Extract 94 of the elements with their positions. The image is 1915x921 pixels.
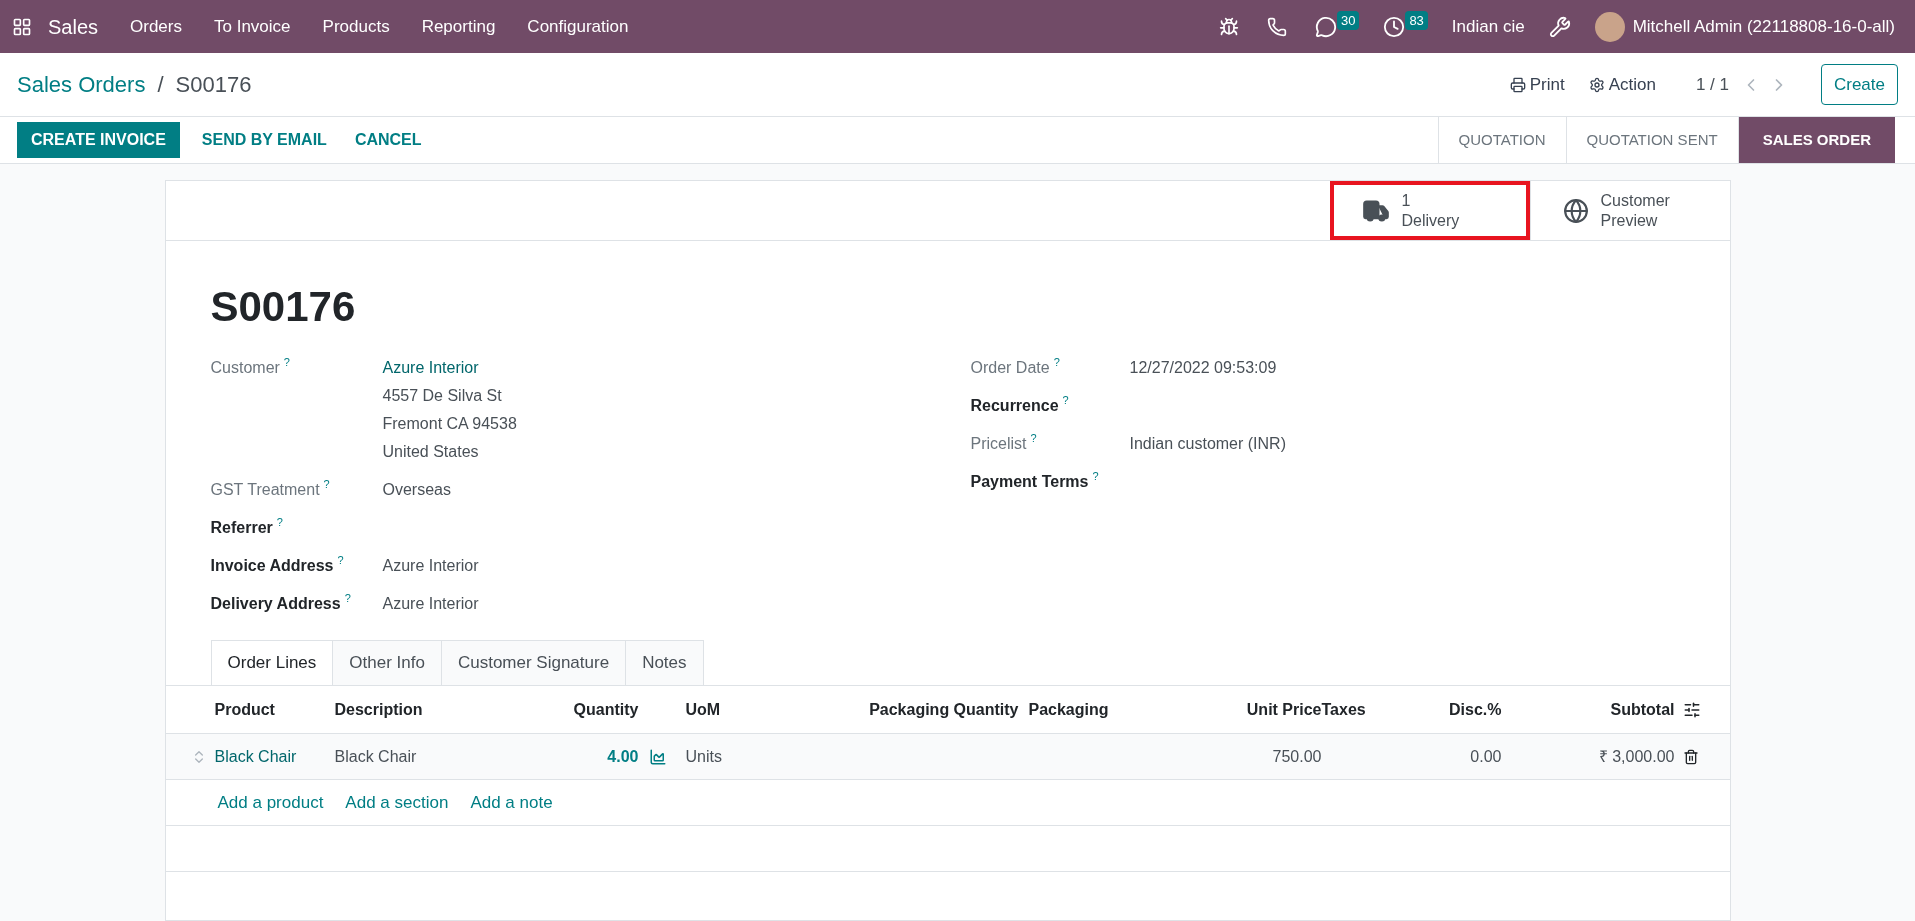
column-header[interactable]: Disc.%: [1421, 697, 1502, 722]
create-button[interactable]: Create: [1820, 63, 1898, 106]
column-header[interactable]: Packaging Quantity: [858, 697, 1019, 722]
form-tab[interactable]: Customer Signature: [441, 640, 627, 686]
status-step[interactable]: SALES ORDER: [1738, 117, 1895, 163]
field-label: Customer: [210, 358, 280, 378]
print-button[interactable]: Print: [1509, 71, 1565, 98]
add-line-link[interactable]: Add a note: [470, 789, 553, 816]
help-mark[interactable]: ?: [323, 478, 330, 490]
delete-icon[interactable]: [1682, 748, 1699, 765]
action-button[interactable]: CREATE INVOICE: [17, 122, 180, 158]
action-button[interactable]: SEND BY EMAIL: [187, 122, 341, 158]
status-step[interactable]: QUOTATION SENT: [1566, 117, 1739, 163]
app-name[interactable]: Sales: [48, 11, 99, 42]
table-cell-text: ₹ 3,000.00: [1598, 746, 1675, 767]
smart-button[interactable]: 1 Delivery: [1329, 181, 1530, 240]
smart-button-label: Delivery: [1401, 210, 1460, 231]
help-mark[interactable]: ?: [283, 356, 290, 368]
avatar[interactable]: [1594, 11, 1625, 42]
field-value: Indian customer (INR): [1129, 434, 1286, 454]
pager: 1 / 1: [1695, 73, 1729, 96]
phone-icon[interactable]: [1266, 16, 1287, 37]
smart-button-label: Preview: [1600, 210, 1659, 231]
product-link[interactable]: Black Chair: [214, 744, 297, 769]
table-cell-text: 750.00: [1272, 746, 1322, 767]
column-header[interactable]: UoM: [638, 697, 859, 722]
field-label: GST Treatment: [210, 480, 320, 500]
help-mark[interactable]: ?: [1092, 470, 1099, 482]
field-label: Invoice Address: [210, 556, 334, 576]
debug-icon[interactable]: [1218, 16, 1239, 37]
chat-icon[interactable]: [1314, 15, 1337, 38]
nav-menu-item[interactable]: Configuration: [511, 13, 645, 40]
field-value: United States: [382, 442, 480, 462]
breadcrumb-current: S00176: [175, 71, 252, 99]
field-label: Delivery Address: [210, 594, 341, 614]
add-line-link[interactable]: Add a product: [217, 789, 324, 816]
customer-link[interactable]: Azure Interior: [382, 356, 517, 380]
add-line-link[interactable]: Add a section: [345, 789, 449, 816]
field-label: Order Date: [970, 358, 1050, 378]
help-mark[interactable]: ?: [344, 592, 351, 604]
help-mark[interactable]: ?: [1062, 394, 1069, 406]
breadcrumb-separator: /: [157, 71, 164, 99]
column-header[interactable]: Product: [214, 697, 335, 722]
smart-button-value: Customer: [1600, 190, 1670, 211]
notification-badge: 30: [1336, 10, 1360, 31]
forecast-chart-icon[interactable]: [648, 747, 667, 766]
table-cell-text: 4.00: [607, 746, 639, 767]
field-value: Azure Interior: [382, 594, 479, 614]
help-mark[interactable]: ?: [1030, 432, 1037, 444]
globe-icon: [1562, 197, 1589, 224]
field-value: Azure Interior: [382, 556, 479, 576]
action-button[interactable]: CANCEL: [340, 122, 436, 158]
column-settings-icon[interactable]: [1682, 700, 1701, 719]
table-cell-text: Black Chair: [334, 746, 417, 767]
help-mark[interactable]: ?: [1053, 356, 1060, 368]
nav-menu-item[interactable]: Reporting: [405, 13, 512, 40]
table-cell-text: 0.00: [1470, 746, 1502, 767]
breadcrumb-link[interactable]: Sales Orders: [17, 68, 146, 101]
smart-button-value: 1: [1401, 190, 1412, 211]
status-step[interactable]: QUOTATION: [1438, 117, 1567, 163]
tools-icon[interactable]: [1548, 15, 1571, 38]
help-mark[interactable]: ?: [276, 516, 283, 528]
nav-menu-item[interactable]: Orders: [114, 13, 198, 40]
order-title: S00176: [210, 282, 357, 332]
nav-menu-item[interactable]: Products: [306, 13, 406, 40]
table-cell-text: Units: [685, 746, 722, 767]
column-header[interactable]: Quantity: [494, 697, 639, 722]
column-header[interactable]: Packaging: [1018, 697, 1159, 722]
form-tab[interactable]: Other Info: [333, 640, 442, 686]
form-tab[interactable]: Notes: [626, 640, 704, 686]
form-tab[interactable]: Order Lines: [210, 640, 334, 686]
nav-menu-item[interactable]: To Invoice: [198, 13, 307, 40]
column-header[interactable]: Description: [334, 697, 495, 722]
field-value: Fremont CA 94538: [382, 414, 517, 434]
field-label: Pricelist: [970, 434, 1027, 454]
printer-icon: [1509, 76, 1526, 93]
user-name[interactable]: Mitchell Admin (22118808-16-0-all): [1632, 13, 1895, 40]
field-label: Payment Terms: [970, 472, 1089, 492]
column-header[interactable]: Unit Price: [1158, 697, 1322, 722]
column-header[interactable]: Subtotal: [1501, 697, 1675, 722]
field-label: Recurrence: [970, 396, 1059, 416]
gear-icon: [1588, 76, 1605, 93]
apps-menu-icon[interactable]: [12, 16, 32, 37]
field-value: 12/27/2022 09:53:09: [1129, 358, 1277, 378]
smart-button[interactable]: Customer Preview: [1529, 181, 1730, 240]
field-value: 4557 De Silva St: [382, 386, 503, 406]
help-mark[interactable]: ?: [337, 554, 344, 566]
notification-badge: 83: [1405, 10, 1428, 31]
clock-icon[interactable]: [1383, 15, 1406, 38]
column-header[interactable]: Taxes: [1321, 697, 1422, 722]
action-button[interactable]: Action: [1588, 71, 1656, 98]
field-value: Overseas: [382, 480, 451, 500]
field-label: Referrer: [210, 518, 273, 538]
company-name[interactable]: Indian cie: [1451, 13, 1525, 40]
